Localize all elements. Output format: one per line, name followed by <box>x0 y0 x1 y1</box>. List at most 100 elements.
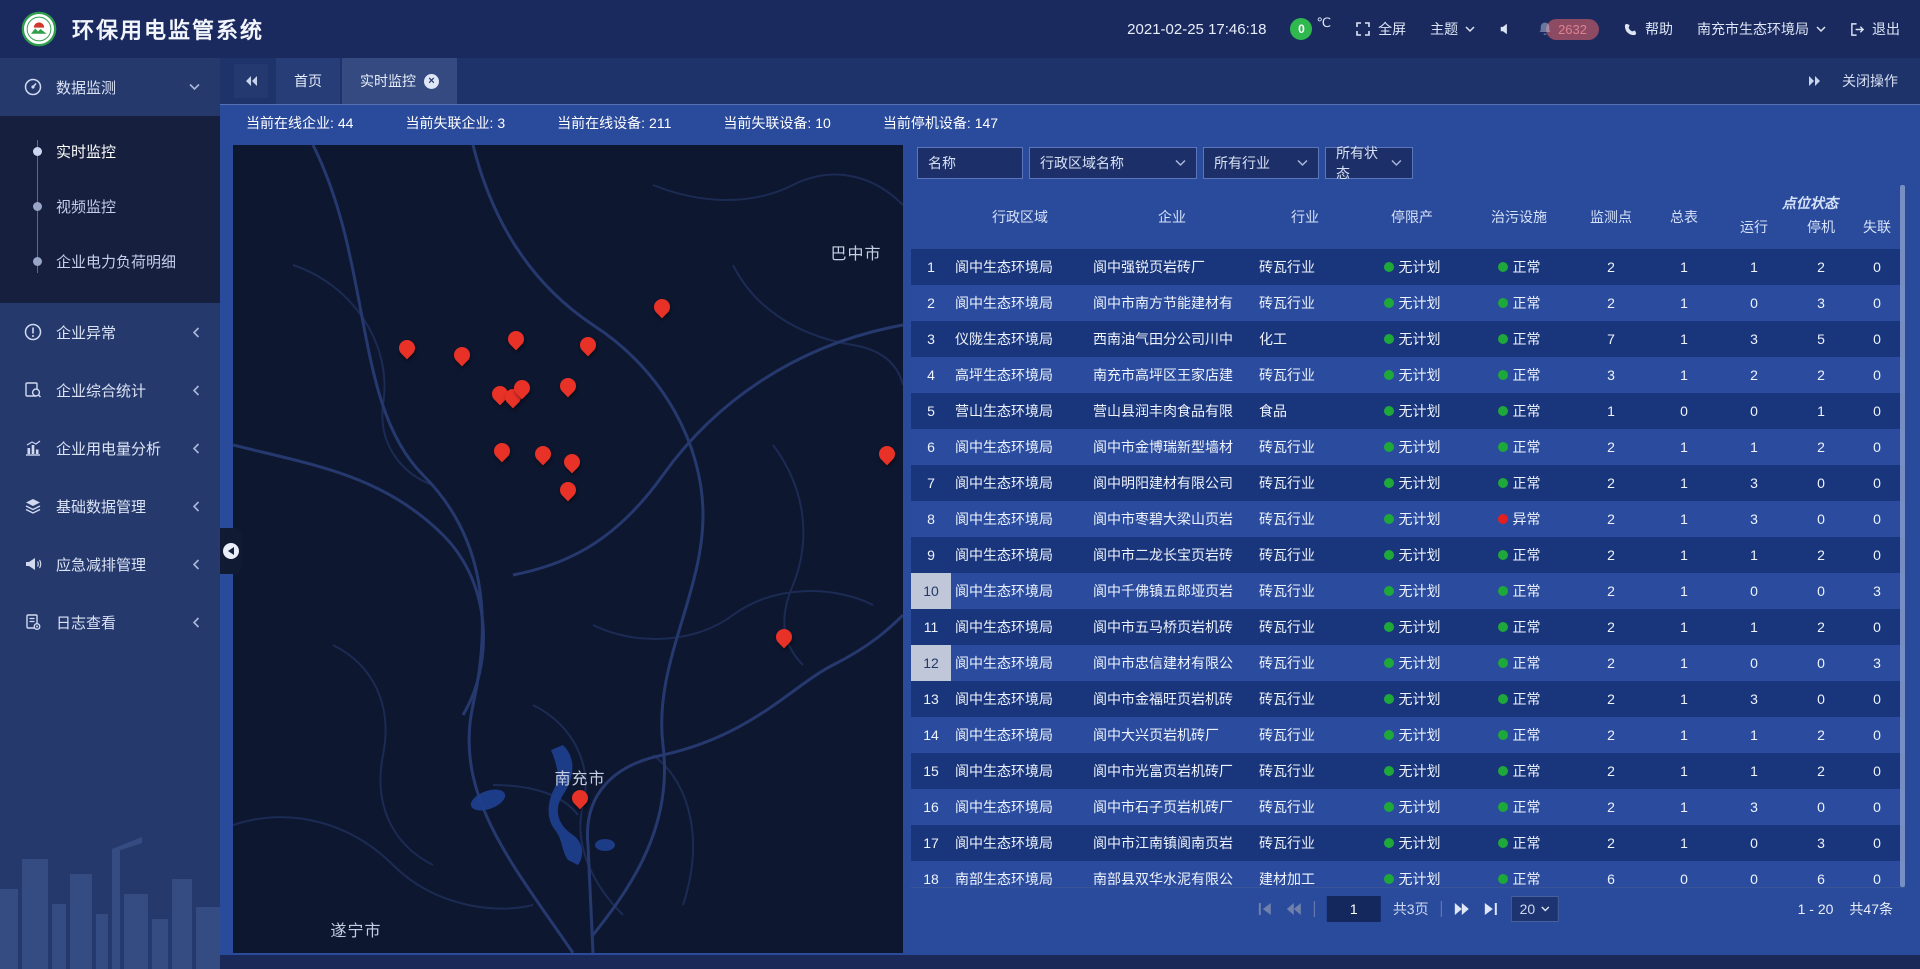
sidebar-item-enterprise-abnormal[interactable]: 企业异常 <box>0 303 220 361</box>
cell-stop-status: 无计划 <box>1355 357 1469 393</box>
cell-region: 阆中生态环境局 <box>951 573 1089 609</box>
region-filter-select[interactable]: 行政区域名称 <box>1029 147 1197 179</box>
tab-close-icon[interactable]: × <box>424 74 439 89</box>
sidebar-item-enterprise-statistics[interactable]: 企业综合统计 <box>0 361 220 419</box>
table-row[interactable]: 10 阆中生态环境局 阆中千佛镇五郎垭页岩 砖瓦行业 无计划 正常 2 1 0 … <box>911 573 1905 609</box>
previous-page-button[interactable] <box>1285 902 1302 916</box>
fullscreen-button[interactable]: 全屏 <box>1355 19 1406 39</box>
map[interactable]: 巴中市 南充市 遂宁市 <box>233 145 903 953</box>
cell-stop-status: 无计划 <box>1355 717 1469 753</box>
cell-running: 0 <box>1715 861 1793 887</box>
help-button[interactable]: 帮助 <box>1623 19 1673 39</box>
cell-running: 1 <box>1715 537 1793 573</box>
cell-lost: 0 <box>1849 465 1905 501</box>
table-row[interactable]: 7 阆中生态环境局 阆中明阳建材有限公司 砖瓦行业 无计划 正常 2 1 3 0… <box>911 465 1905 501</box>
theme-dropdown[interactable]: 主题 <box>1430 19 1475 39</box>
sound-mute-button[interactable] <box>1499 22 1513 36</box>
first-page-button[interactable] <box>1257 902 1273 916</box>
header-monitor-points: 监测点 <box>1569 185 1653 249</box>
cell-lost: 0 <box>1849 321 1905 357</box>
table-row[interactable]: 14 阆中生态环境局 阆中大兴页岩机砖厂 砖瓦行业 无计划 正常 2 1 1 2… <box>911 717 1905 753</box>
table-row[interactable]: 6 阆中生态环境局 阆中市金博瑞新型墙材 砖瓦行业 无计划 正常 2 1 1 2… <box>911 429 1905 465</box>
bell-icon <box>1537 21 1553 37</box>
table-row[interactable]: 17 阆中生态环境局 阆中市江南镇阆南页岩 砖瓦行业 无计划 正常 2 1 0 … <box>911 825 1905 861</box>
row-number: 2 <box>911 285 951 321</box>
cell-region: 阆中生态环境局 <box>951 717 1089 753</box>
status-dot-green <box>1384 550 1394 560</box>
sidebar-subitem[interactable]: 实时监控 <box>0 124 220 179</box>
sidebar-item-power-analysis[interactable]: 企业用电量分析 <box>0 419 220 477</box>
table-row[interactable]: 1 阆中生态环境局 阆中强锐页岩砖厂 砖瓦行业 无计划 正常 2 1 1 2 0 <box>911 249 1905 285</box>
row-number: 10 <box>911 573 951 609</box>
cell-industry: 建材加工 <box>1255 861 1355 887</box>
table-row[interactable]: 9 阆中生态环境局 阆中市二龙长宝页岩砖 砖瓦行业 无计划 正常 2 1 1 2… <box>911 537 1905 573</box>
sidebar-item-base-data[interactable]: 基础数据管理 <box>0 477 220 535</box>
app-title: 环保用电监管系统 <box>72 13 264 45</box>
table-row[interactable]: 3 仪陇生态环境局 西南油气田分公司川中 化工 无计划 正常 7 1 3 5 0 <box>911 321 1905 357</box>
cell-facility-status: 正常 <box>1469 393 1569 429</box>
cell-region: 阆中生态环境局 <box>951 429 1089 465</box>
next-page-button[interactable] <box>1454 902 1471 916</box>
status-dot-green <box>1384 694 1394 704</box>
logout-button[interactable]: 退出 <box>1850 19 1900 39</box>
tab-home[interactable]: 首页 <box>276 58 340 104</box>
cell-lost: 0 <box>1849 357 1905 393</box>
layers-icon <box>24 497 42 515</box>
name-filter-input[interactable] <box>928 155 1012 171</box>
table-row[interactable]: 18 南部生态环境局 南部县双华水泥有限公 建材加工 无计划 正常 6 0 0 … <box>911 861 1905 887</box>
cell-total-meter: 1 <box>1653 753 1715 789</box>
sidebar-collapse-handle[interactable] <box>220 528 242 574</box>
status-filter-select[interactable]: 所有状态 <box>1325 147 1413 179</box>
sidebar-subitem[interactable]: 视频监控 <box>0 179 220 234</box>
table-row[interactable]: 2 阆中生态环境局 阆中市南方节能建材有 砖瓦行业 无计划 正常 2 1 0 3… <box>911 285 1905 321</box>
tabs-scroll-left-button[interactable] <box>234 64 268 98</box>
user-dropdown[interactable]: 南充市生态环境局 <box>1697 19 1826 39</box>
cell-stop-status: 无计划 <box>1355 393 1469 429</box>
facility-status-dot <box>1498 694 1508 704</box>
topbar: 环保用电监管系统 2021-02-25 17:46:18 0 ℃ 全屏 主题 2… <box>0 0 1920 58</box>
tab-realtime-monitoring[interactable]: 实时监控 × <box>342 58 457 104</box>
facility-status-dot <box>1498 442 1508 452</box>
cell-monitor-points: 2 <box>1569 249 1653 285</box>
row-number: 13 <box>911 681 951 717</box>
cell-stopped: 0 <box>1793 501 1849 537</box>
sidebar-item-emergency-reduction[interactable]: 应急减排管理 <box>0 535 220 593</box>
cell-company: 西南油气田分公司川中 <box>1089 321 1255 357</box>
table-row[interactable]: 5 营山生态环境局 营山县润丰肉食品有限 食品 无计划 正常 1 0 0 1 0 <box>911 393 1905 429</box>
table-scrollbar[interactable] <box>1900 185 1905 887</box>
facility-status-dot <box>1498 334 1508 344</box>
name-filter-field[interactable] <box>917 147 1023 179</box>
sidebar-subitem[interactable]: 企业电力负荷明细 <box>0 234 220 289</box>
table-row[interactable]: 8 阆中生态环境局 阆中市枣碧大梁山页岩 砖瓦行业 无计划 异常 2 1 3 0… <box>911 501 1905 537</box>
notifications[interactable]: 2632 <box>1537 19 1599 40</box>
sidebar-item-log-view[interactable]: 日志查看 <box>0 593 220 651</box>
cell-facility-status: 正常 <box>1469 645 1569 681</box>
stat-value: 44 <box>338 115 354 131</box>
cell-industry: 砖瓦行业 <box>1255 825 1355 861</box>
table-row[interactable]: 15 阆中生态环境局 阆中市光富页岩机砖厂 砖瓦行业 无计划 正常 2 1 1 … <box>911 753 1905 789</box>
table-row[interactable]: 13 阆中生态环境局 阆中市金福旺页岩机砖 砖瓦行业 无计划 正常 2 1 3 … <box>911 681 1905 717</box>
cell-industry: 砖瓦行业 <box>1255 681 1355 717</box>
cell-region: 阆中生态环境局 <box>951 249 1089 285</box>
table-row[interactable]: 11 阆中生态环境局 阆中市五马桥页岩机砖 砖瓦行业 无计划 正常 2 1 1 … <box>911 609 1905 645</box>
cell-industry: 化工 <box>1255 321 1355 357</box>
temperature-unit: ℃ <box>1316 15 1331 31</box>
cell-running: 3 <box>1715 501 1793 537</box>
last-page-button[interactable] <box>1483 902 1499 916</box>
table-row[interactable]: 12 阆中生态环境局 阆中市忠信建材有限公 砖瓦行业 无计划 正常 2 1 0 … <box>911 645 1905 681</box>
double-chevron-right-icon[interactable] <box>1808 75 1822 87</box>
table-row[interactable]: 4 高坪生态环境局 南充市高坪区王家店建 砖瓦行业 无计划 正常 3 1 2 2… <box>911 357 1905 393</box>
stat-item: 当前失联企业:3 <box>405 113 509 133</box>
sidebar-item-data-monitoring[interactable]: 数据监测 <box>0 58 220 116</box>
table-body: 1 阆中生态环境局 阆中强锐页岩砖厂 砖瓦行业 无计划 正常 2 1 1 2 0 <box>911 249 1905 887</box>
close-operations-button[interactable]: 关闭操作 <box>1842 71 1898 91</box>
cell-facility-status: 正常 <box>1469 537 1569 573</box>
cell-stop-status: 无计划 <box>1355 429 1469 465</box>
page-number-input[interactable]: 1 <box>1327 896 1381 922</box>
industry-filter-select[interactable]: 所有行业 <box>1203 147 1319 179</box>
table-row[interactable]: 16 阆中生态环境局 阆中市石子页岩机砖厂 砖瓦行业 无计划 正常 2 1 3 … <box>911 789 1905 825</box>
cell-stopped: 5 <box>1793 321 1849 357</box>
header-region: 行政区域 <box>951 185 1089 249</box>
page-size-select[interactable]: 20 <box>1511 896 1560 922</box>
cell-lost: 0 <box>1849 681 1905 717</box>
